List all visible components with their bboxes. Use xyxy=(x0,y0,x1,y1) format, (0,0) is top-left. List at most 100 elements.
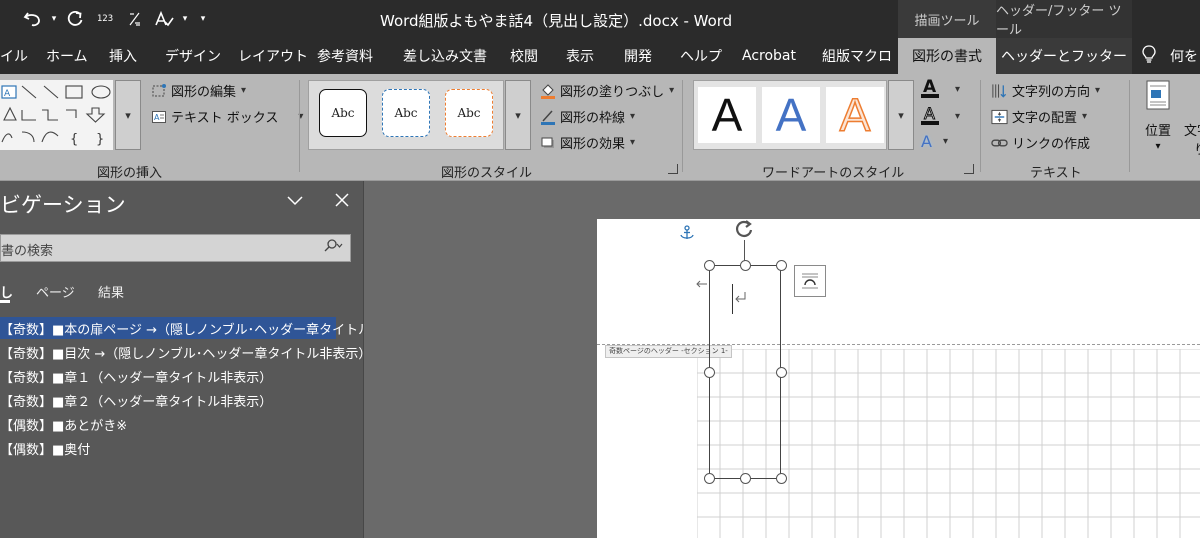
file-menu-icon[interactable] xyxy=(0,4,14,34)
tab-pages[interactable]: ページ xyxy=(36,282,75,301)
text-fill-icon: A xyxy=(921,77,939,99)
tell-me-label: 何を xyxy=(1170,49,1198,65)
text-cursor xyxy=(732,284,733,314)
text-effects-dropdown-icon: ▾ xyxy=(943,136,949,147)
heading-item[interactable]: 【偶数】■奥付 xyxy=(0,437,90,459)
align-text-button[interactable]: 文字の配置 ▾ xyxy=(991,107,1087,126)
wordart-style-blue[interactable]: A xyxy=(762,87,820,143)
text-direction-button[interactable]: 文字列の方向 ▾ xyxy=(991,81,1100,100)
text-box-button[interactable]: A テキスト ボックス ▾ xyxy=(150,107,303,126)
wordart-styles-gallery[interactable]: A A A xyxy=(693,80,887,150)
document-page[interactable]: 奇数ページのヘッダー -セクション 1- xyxy=(597,219,1200,538)
redo-icon[interactable] xyxy=(60,4,90,34)
wrap-text-label: 文字 xyxy=(1184,124,1200,139)
vertical-text-box[interactable] xyxy=(709,265,781,479)
heading-item[interactable]: 【奇数】■章２（ヘッダー章タイトル非表示） xyxy=(0,389,272,411)
wrap-text-button[interactable]: 文字 り xyxy=(1184,120,1200,158)
tab-references[interactable]: 参考資料 xyxy=(317,38,373,74)
shape-styles-more-button[interactable]: ▾ xyxy=(505,80,531,150)
edit-shape-button[interactable]: 図形の編集 ▾ xyxy=(150,81,246,100)
group-separator xyxy=(299,80,300,172)
position-icon xyxy=(1146,80,1170,110)
customize-qat-icon[interactable]: ▾ xyxy=(190,4,216,34)
undo-icon[interactable] xyxy=(18,4,48,34)
close-icon[interactable] xyxy=(335,191,349,212)
tab-header-footer[interactable]: ヘッダーとフッター xyxy=(996,38,1132,74)
tab-acrobat[interactable]: Acrobat xyxy=(742,38,796,74)
shapes-gallery-more-button[interactable]: ▾ xyxy=(115,80,141,150)
text-effects-button[interactable]: A ▾ xyxy=(921,132,948,151)
document-search-input[interactable]: 書の検索 xyxy=(0,234,351,262)
tab-layout[interactable]: レイアウト xyxy=(238,38,308,74)
tab-headings[interactable]: し xyxy=(0,282,13,301)
tab-shape-format[interactable]: 図形の書式 xyxy=(898,38,996,74)
ribbon-tab-bar: イル ホーム 挿入 デザイン レイアウト 参考資料 差し込み文書 校閲 表示 開… xyxy=(0,38,1200,74)
document-area[interactable]: 奇数ページのヘッダー -セクション 1- xyxy=(365,181,1200,538)
text-direction-icon xyxy=(991,82,1008,99)
resize-handle-bottom-left[interactable] xyxy=(704,473,715,484)
resize-handle-right[interactable] xyxy=(776,367,787,378)
tab-home[interactable]: ホーム xyxy=(46,38,88,74)
title-bar: ▾ 123 ▾ ▾ Word組版よもやま話4（見出し設定）.docx - Wor… xyxy=(0,0,1200,38)
heading-item[interactable]: 【偶数】■あとがき※ xyxy=(0,413,127,435)
resize-handle-bottom[interactable] xyxy=(740,473,751,484)
wrap-text-label-2: り xyxy=(1194,139,1200,158)
shape-style-orange-dashed[interactable]: Abc xyxy=(445,89,493,137)
anchor-icon[interactable] xyxy=(679,225,695,245)
shape-styles-dialog-launcher-icon[interactable] xyxy=(668,164,678,174)
shape-styles-gallery[interactable]: Abc Abc Abc xyxy=(308,80,504,150)
resize-handle-top[interactable] xyxy=(740,260,751,271)
resize-handle-top-left[interactable] xyxy=(704,260,715,271)
drawing-tools-context-label: 描画ツール xyxy=(898,0,996,38)
wordart-styles-more-button[interactable]: ▾ xyxy=(888,80,914,150)
heading-item[interactable]: 【奇数】■目次 →（隠しノンブル･ヘッダー章タイトル非表示） xyxy=(0,341,371,363)
tab-typesetting-macro[interactable]: 組版マクロ xyxy=(822,38,892,74)
rotate-handle-icon[interactable] xyxy=(733,219,755,241)
spelling-check-icon[interactable] xyxy=(150,4,180,34)
wordart-styles-group-label: ワードアートのスタイル xyxy=(762,166,905,181)
tab-mailings[interactable]: 差し込み文書 xyxy=(403,38,487,74)
svg-text:A: A xyxy=(154,113,160,122)
shape-style-black[interactable]: Abc xyxy=(319,89,367,137)
spelling-dropdown-icon[interactable]: ▾ xyxy=(180,4,190,34)
resize-handle-top-right[interactable] xyxy=(776,260,787,271)
tab-results[interactable]: 結果 xyxy=(98,282,124,301)
tab-insert[interactable]: 挿入 xyxy=(109,38,137,74)
numbering-icon[interactable]: 123 xyxy=(90,4,120,34)
tab-help[interactable]: ヘルプ xyxy=(680,38,722,74)
create-link-button[interactable]: リンクの作成 xyxy=(991,133,1090,152)
heading-item[interactable]: 【奇数】■本の扉ページ →（隠しノンブル･ヘッダー章タイトル… xyxy=(0,317,384,339)
chevron-down-icon[interactable] xyxy=(286,191,304,212)
shape-fill-button[interactable]: 図形の塗りつぶし ▾ xyxy=(539,81,674,100)
tab-file[interactable]: イル xyxy=(0,38,28,74)
layout-options-button[interactable] xyxy=(794,265,826,297)
tab-developer[interactable]: 開発 xyxy=(624,38,652,74)
wordart-styles-dialog-launcher-icon[interactable] xyxy=(964,164,974,174)
undo-dropdown-icon[interactable]: ▾ xyxy=(48,4,60,34)
group-separator xyxy=(980,80,981,172)
resize-handle-bottom-right[interactable] xyxy=(776,473,787,484)
tab-design[interactable]: デザイン xyxy=(165,38,221,74)
group-separator xyxy=(682,80,683,172)
shape-effects-button[interactable]: 図形の効果 ▾ xyxy=(539,133,635,152)
heading-item[interactable]: 【奇数】■章１（ヘッダー章タイトル非表示） xyxy=(0,365,272,387)
paint-bucket-icon xyxy=(539,82,556,99)
wordart-style-black[interactable]: A xyxy=(698,87,756,143)
search-icon[interactable] xyxy=(324,239,344,257)
text-fill-button[interactable]: A ▾ xyxy=(921,77,960,99)
fraction-icon[interactable] xyxy=(120,4,150,34)
shapes-gallery[interactable]: A { } xyxy=(0,80,113,150)
position-button[interactable]: 位置 ▾ xyxy=(1140,80,1176,152)
tell-me-box[interactable]: 何を xyxy=(1142,38,1198,74)
shape-style-blue-dashed[interactable]: Abc xyxy=(382,89,430,137)
text-outline-button[interactable]: A ▾ xyxy=(921,104,960,126)
shape-outline-dropdown-icon: ▾ xyxy=(630,111,636,122)
active-tab-underline xyxy=(0,300,10,303)
tab-view[interactable]: 表示 xyxy=(566,38,594,74)
tab-review[interactable]: 校閲 xyxy=(510,38,538,74)
group-separator xyxy=(1129,80,1130,172)
resize-handle-left[interactable] xyxy=(704,367,715,378)
return-arrow-icon xyxy=(695,277,709,295)
shape-outline-button[interactable]: 図形の枠線 ▾ xyxy=(539,107,635,126)
wordart-style-orange-outline[interactable]: A xyxy=(826,87,884,143)
